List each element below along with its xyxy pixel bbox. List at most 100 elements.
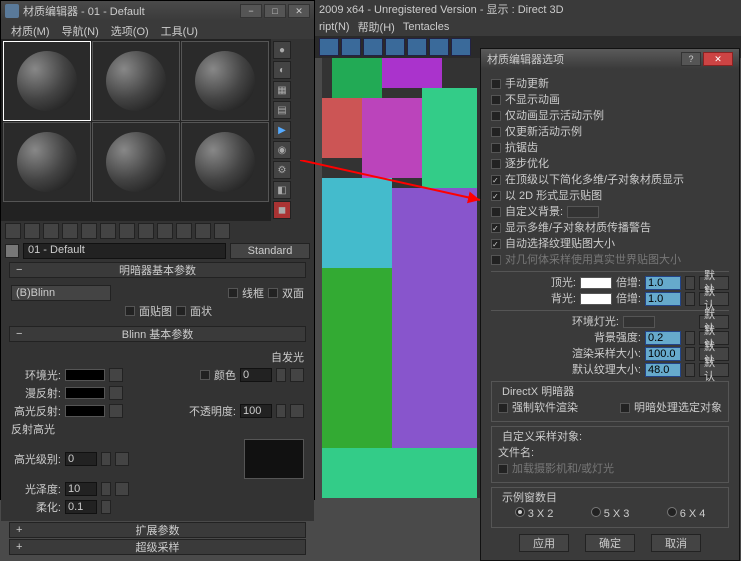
dialog-close-button[interactable]: ✕ [703, 52, 733, 66]
manual-update-checkbox[interactable] [491, 79, 501, 89]
facemap-checkbox[interactable] [125, 306, 135, 316]
only-anim-checkbox[interactable] [491, 111, 501, 121]
backlight-swatch[interactable] [580, 293, 612, 305]
force-sw-checkbox[interactable] [498, 403, 508, 413]
selfillum-map-button[interactable] [290, 368, 304, 382]
bgint-spinner[interactable] [685, 331, 695, 345]
toolbar-icon[interactable] [341, 38, 361, 56]
assign-to-sel-icon[interactable] [43, 223, 59, 239]
ambient-swatch[interactable] [65, 369, 105, 381]
toolbar-icon[interactable] [319, 38, 339, 56]
faceted-checkbox[interactable] [176, 306, 186, 316]
close-button[interactable]: ✕ [288, 4, 310, 18]
material-map-nav-icon[interactable]: ◼ [273, 201, 291, 219]
ambient-lock-icon[interactable] [109, 368, 123, 382]
material-slot[interactable] [3, 41, 91, 121]
multiwarn-checkbox[interactable] [491, 223, 501, 233]
speclevel-map-button[interactable] [115, 452, 129, 466]
shader-dropdown[interactable]: (B)Blinn [11, 285, 111, 301]
speclevel-value[interactable]: 0 [65, 452, 97, 466]
backlight-mult-spinner[interactable] [685, 292, 695, 306]
titlebar[interactable]: 材质编辑器 - 01 - Default − □ ✕ [1, 1, 314, 21]
section-supersample[interactable]: 超级采样 [9, 539, 306, 555]
opacity-value[interactable]: 100 [240, 404, 272, 418]
sample-uv-icon[interactable]: ▤ [273, 101, 291, 119]
make-copy-icon[interactable] [81, 223, 97, 239]
texsz-spinner[interactable] [685, 363, 695, 377]
soften-value[interactable]: 0.1 [65, 500, 97, 514]
material-slot[interactable] [181, 122, 269, 202]
make-preview-icon[interactable]: ◉ [273, 141, 291, 159]
bgint-field[interactable]: 0.2 [645, 331, 681, 345]
toplight-mult-field[interactable]: 1.0 [645, 276, 681, 290]
backlight-icon[interactable]: ◐ [273, 61, 291, 79]
amblight-swatch[interactable] [623, 316, 655, 328]
select-by-mat-icon[interactable]: ◧ [273, 181, 291, 199]
show2d-checkbox[interactable] [491, 191, 501, 201]
pick-icon[interactable] [5, 244, 19, 258]
gloss-value[interactable]: 10 [65, 482, 97, 496]
custbg-swatch[interactable] [567, 206, 599, 218]
toolbar-icon[interactable] [451, 38, 471, 56]
menu-tools[interactable]: 工具(U) [155, 21, 204, 39]
opacity-spinner[interactable] [276, 404, 286, 418]
diffuse-swatch[interactable] [65, 387, 105, 399]
menu-script[interactable]: ript(N) [319, 21, 350, 33]
material-name-field[interactable]: 01 - Default [23, 243, 226, 259]
selfillum-value[interactable]: 0 [240, 368, 272, 382]
slots-3x2-radio[interactable] [515, 507, 525, 517]
specular-map-button[interactable] [109, 404, 123, 418]
toolbar-icon[interactable] [385, 38, 405, 56]
toolbar-icon[interactable] [429, 38, 449, 56]
simplify-checkbox[interactable] [491, 175, 501, 185]
menu-navigate[interactable]: 导航(N) [56, 21, 105, 39]
texsz-field[interactable]: 48.0 [645, 363, 681, 377]
gloss-map-button[interactable] [115, 482, 129, 496]
show-end-icon[interactable] [176, 223, 192, 239]
section-shader-params[interactable]: 明暗器基本参数 [9, 262, 306, 278]
make-unique-icon[interactable] [100, 223, 116, 239]
texsz-default-button[interactable]: 默认 [699, 363, 729, 377]
custbg-checkbox[interactable] [491, 207, 501, 217]
material-slot[interactable] [3, 122, 91, 202]
viewport[interactable] [322, 58, 480, 498]
put-to-lib-icon[interactable] [119, 223, 135, 239]
section-blinn-params[interactable]: Blinn 基本参数 [9, 326, 306, 342]
toplight-swatch[interactable] [580, 277, 612, 289]
menu-material[interactable]: 材质(M) [5, 21, 56, 39]
mat-id-icon[interactable] [138, 223, 154, 239]
show-map-icon[interactable] [157, 223, 173, 239]
gloss-spinner[interactable] [101, 482, 111, 496]
go-parent-icon[interactable] [195, 223, 211, 239]
put-to-scene-icon[interactable] [24, 223, 40, 239]
menu-help[interactable]: 帮助(H) [358, 19, 395, 35]
minimize-button[interactable]: − [240, 4, 262, 18]
specular-swatch[interactable] [65, 405, 105, 417]
dialog-help-button[interactable]: ? [681, 52, 701, 66]
backlight-default-button[interactable]: 默认 [699, 292, 729, 306]
selfillum-spinner[interactable] [276, 368, 286, 382]
menu-tentacles[interactable]: Tentacles [403, 21, 449, 33]
background-icon[interactable]: ▦ [273, 81, 291, 99]
soften-spinner[interactable] [101, 500, 111, 514]
diffuse-map-button[interactable] [109, 386, 123, 400]
selfillum-color-checkbox[interactable] [200, 370, 210, 380]
video-check-icon[interactable]: ▶ [273, 121, 291, 139]
only-active-checkbox[interactable] [491, 127, 501, 137]
progressive-checkbox[interactable] [491, 159, 501, 169]
material-slot[interactable] [92, 41, 180, 121]
opacity-map-button[interactable] [290, 404, 304, 418]
reset-map-icon[interactable] [62, 223, 78, 239]
get-material-icon[interactable] [5, 223, 21, 239]
autotex-checkbox[interactable] [491, 239, 501, 249]
slots-6x4-radio[interactable] [667, 507, 677, 517]
material-type-button[interactable]: Standard [230, 243, 310, 259]
menu-options[interactable]: 选项(O) [105, 21, 155, 39]
speclevel-spinner[interactable] [101, 452, 111, 466]
twosided-checkbox[interactable] [268, 288, 278, 298]
slots-5x3-radio[interactable] [591, 507, 601, 517]
go-forward-icon[interactable] [214, 223, 230, 239]
toolbar-icon[interactable] [407, 38, 427, 56]
apply-button[interactable]: 应用 [519, 534, 569, 552]
section-extended-params[interactable]: 扩展参数 [9, 522, 306, 538]
